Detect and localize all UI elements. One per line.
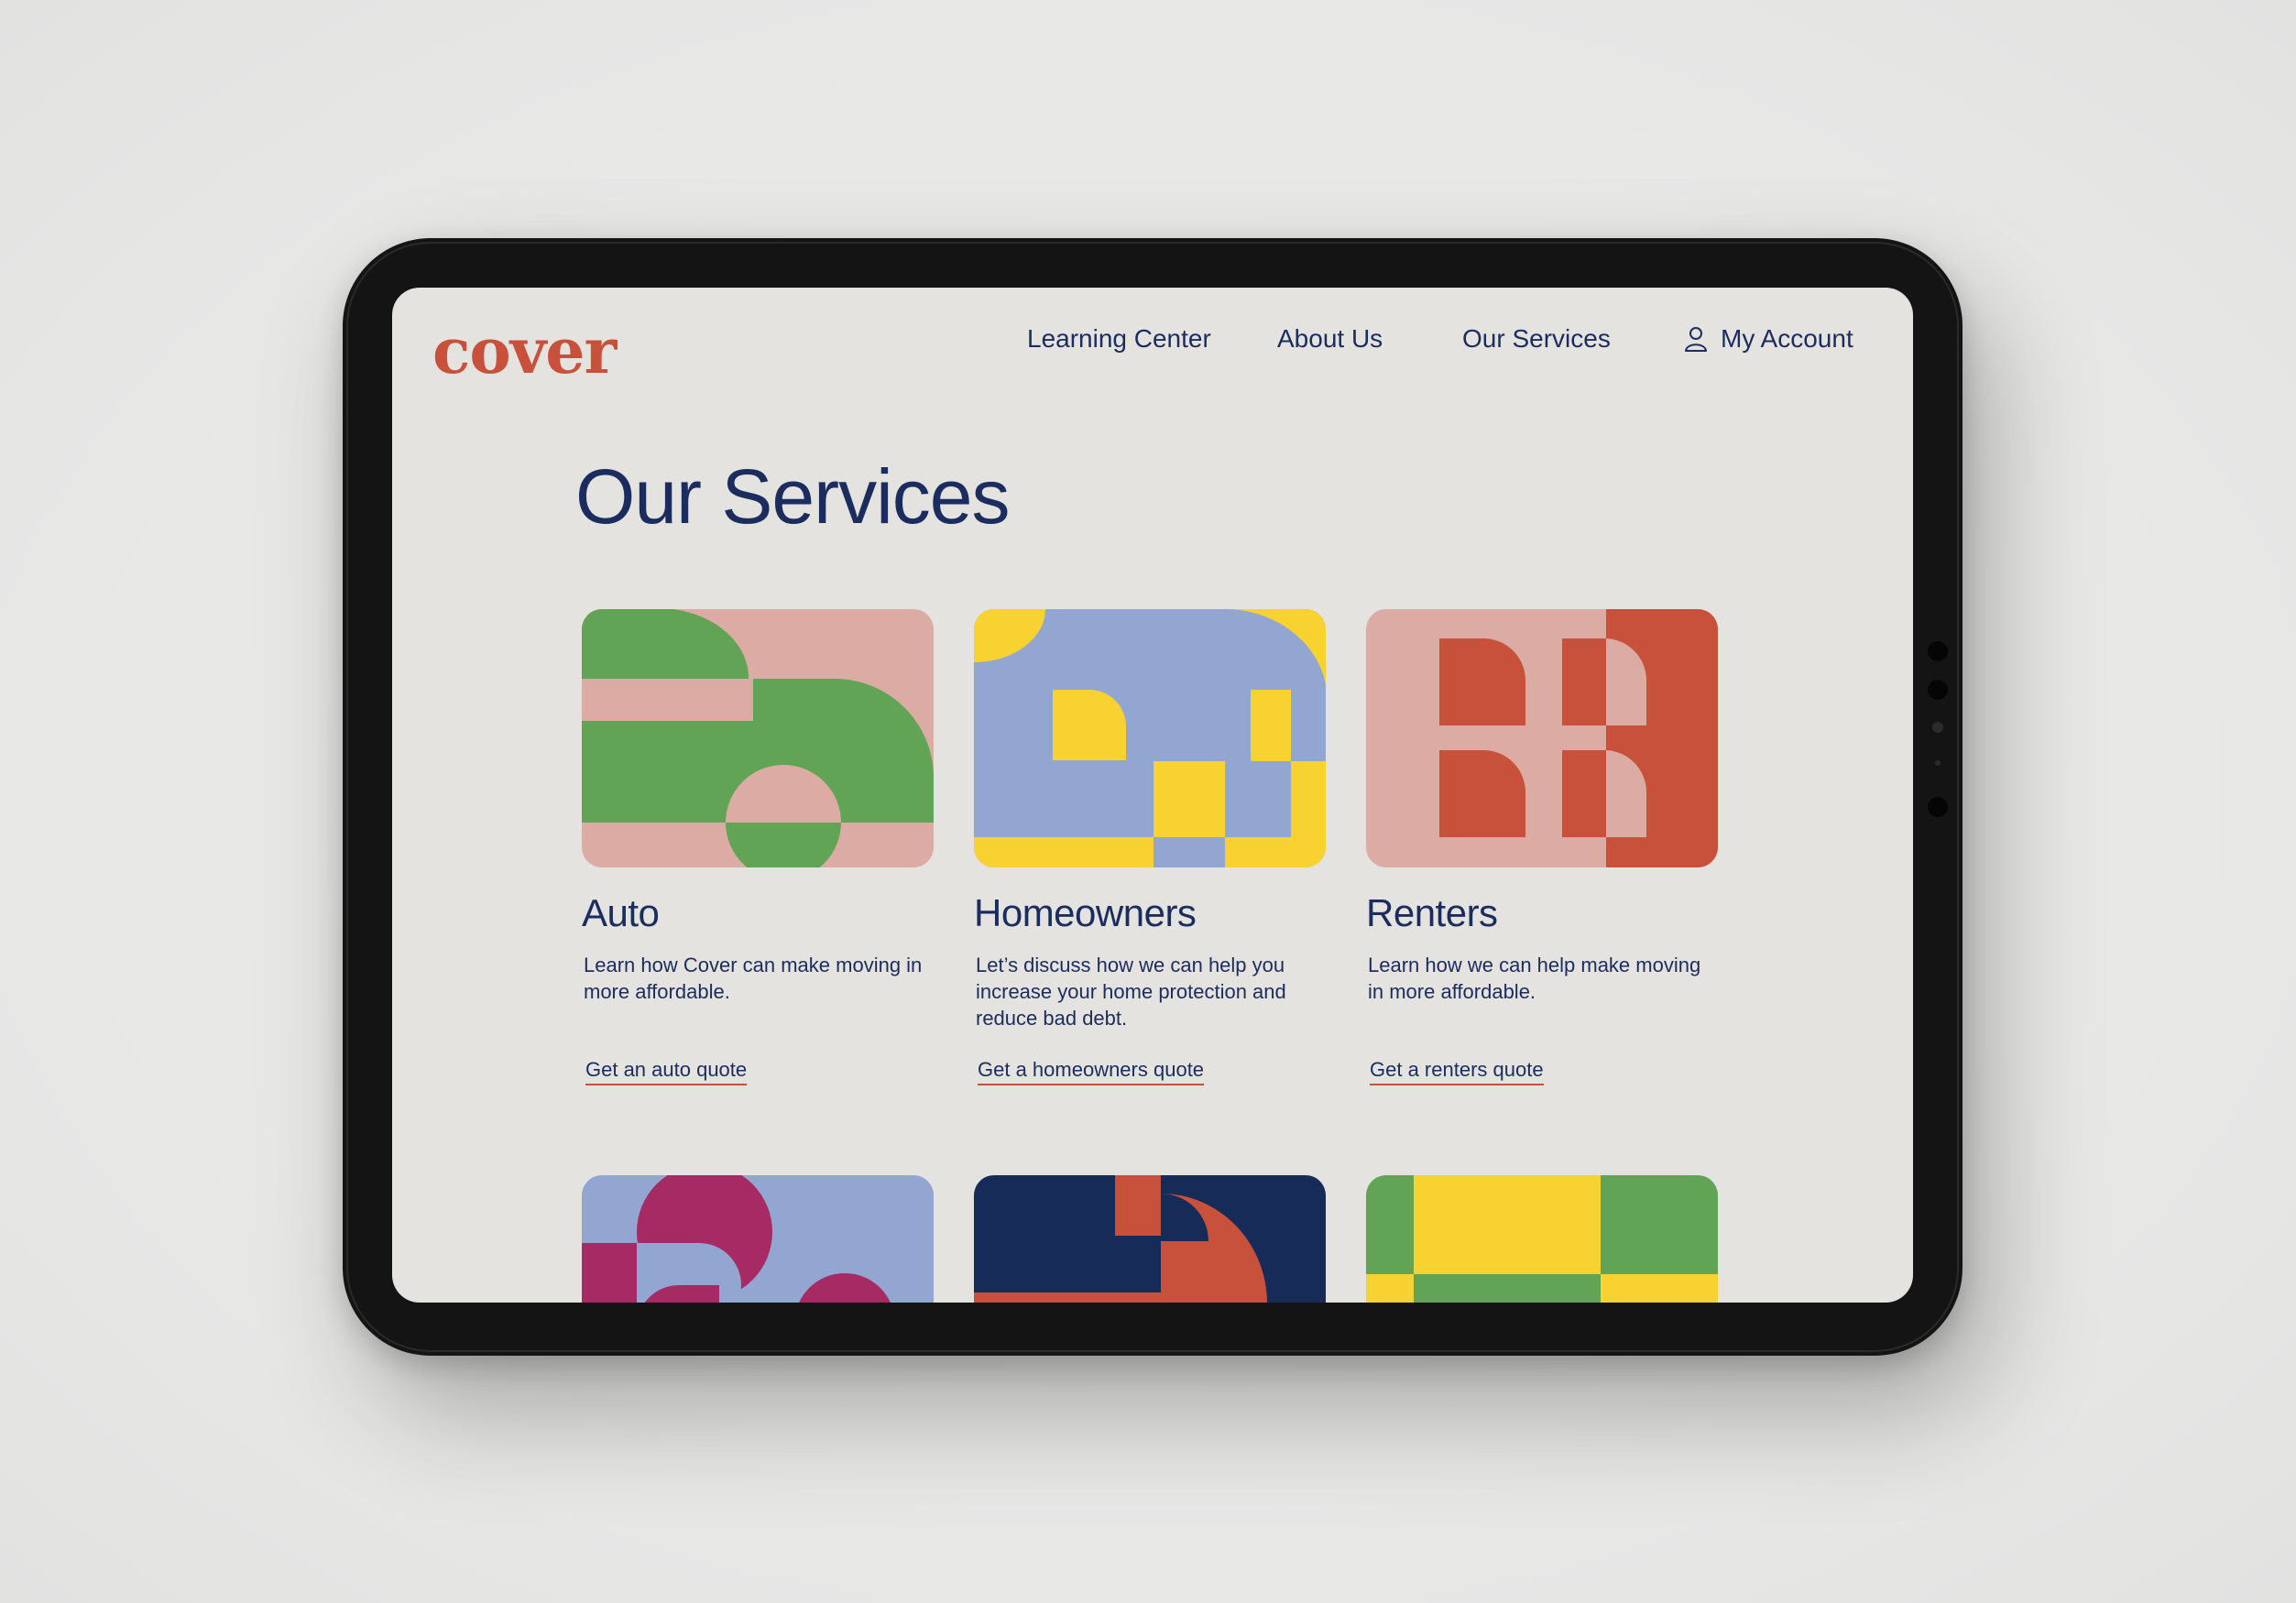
card-description-homeowners: Let’s discuss how we can help you increa… <box>976 954 1286 1030</box>
auto-quote-link[interactable]: Get an auto quote <box>585 1058 748 1085</box>
camera-lens-icon <box>1928 797 1948 817</box>
tablet-device: cover Learning Center About Us Our Servi… <box>343 238 1963 1356</box>
homeowners-illustration[interactable] <box>974 609 1326 867</box>
service-card-homeowners: Homeowners Let’s discuss how we can help… <box>974 609 1326 1085</box>
card-title-auto: Auto <box>582 891 660 934</box>
nav-learning-center[interactable]: Learning Center <box>1027 324 1211 354</box>
tablet-camera-array <box>1924 641 1950 843</box>
nav-our-services[interactable]: Our Services <box>1462 324 1611 354</box>
renters-illustration[interactable] <box>1366 609 1718 867</box>
main-navigation: Learning Center About Us Our Services My… <box>392 324 1913 361</box>
card-description-renters: Learn how we can help make moving in mor… <box>1368 954 1701 1003</box>
my-account-label: My Account <box>1721 324 1853 353</box>
nav-my-account[interactable]: My Account <box>1684 324 1853 354</box>
camera-lens-icon <box>1928 680 1948 700</box>
card-description-auto: Learn how Cover can make moving in more … <box>584 954 923 1003</box>
scene-background: cover Learning Center About Us Our Servi… <box>0 0 2296 1603</box>
service-card-art-row2-1[interactable] <box>582 1175 934 1303</box>
service-card-art-row2-2[interactable] <box>974 1175 1326 1303</box>
card-title-renters: Renters <box>1366 891 1498 934</box>
web-page-screen: cover Learning Center About Us Our Servi… <box>392 288 1913 1303</box>
homeowners-quote-link[interactable]: Get a homeowners quote <box>978 1058 1205 1085</box>
service-card-renters: Renters Learn how we can help make movin… <box>1366 609 1718 1085</box>
sensor-icon <box>1935 760 1941 766</box>
card-title-homeowners: Homeowners <box>974 891 1197 934</box>
service-card-auto: Auto Learn how Cover can make moving in … <box>582 609 934 1085</box>
page-title: Our Services <box>575 453 1010 540</box>
camera-lens-icon <box>1928 641 1948 661</box>
user-icon <box>1685 327 1707 352</box>
renters-quote-link[interactable]: Get a renters quote <box>1370 1058 1544 1085</box>
service-card-art-row2-3[interactable] <box>1366 1175 1718 1303</box>
auto-illustration[interactable] <box>582 609 934 867</box>
nav-about-us[interactable]: About Us <box>1277 324 1383 354</box>
sensor-icon <box>1932 722 1943 733</box>
